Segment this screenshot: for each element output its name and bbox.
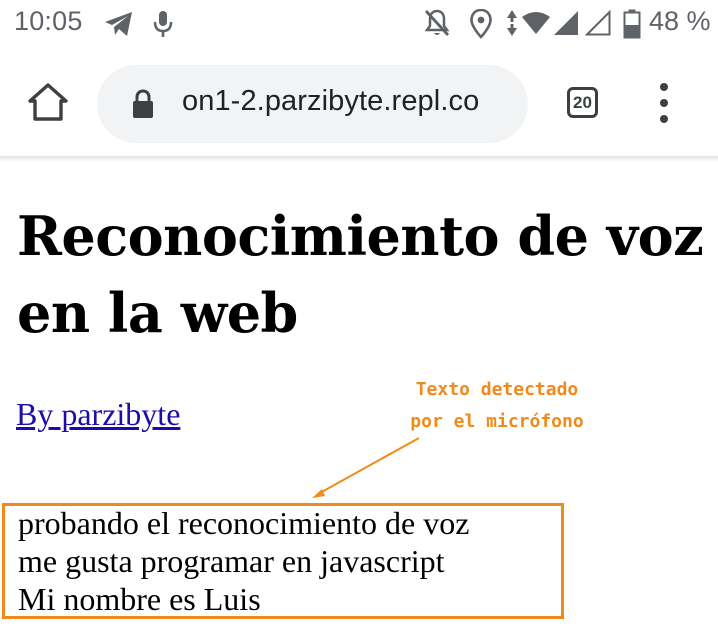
transcript-line: probando el reconocimiento de voz: [18, 505, 470, 541]
annotation-line: Texto detectado: [415, 379, 579, 400]
address-bar[interactable]: on1-2.parzibyte.repl.co: [97, 65, 528, 143]
transcript-line: Mi nombre es Luis: [18, 581, 261, 617]
status-bar: 10:05 48 %: [0, 0, 718, 50]
telegram-icon: [105, 12, 132, 36]
browser-toolbar: on1-2.parzibyte.repl.co 20: [0, 50, 718, 158]
status-time: 10:05: [14, 6, 83, 36]
lock-icon[interactable]: [131, 89, 155, 119]
transcript-line: me gusta programar en javascript: [18, 543, 445, 579]
url-text[interactable]: on1-2.parzibyte.repl.co: [182, 85, 479, 118]
microphone-icon: [153, 11, 173, 37]
annotation-arrow: [312, 437, 420, 498]
more-vert-icon[interactable]: [655, 83, 673, 123]
tabs-icon[interactable]: 20: [567, 87, 598, 118]
signal-icon: [554, 11, 578, 35]
data-arrows-icon: [507, 10, 517, 36]
notifications-off-icon: [424, 9, 450, 36]
location-icon: [470, 9, 492, 39]
battery-percent: 48 %: [649, 6, 711, 36]
tab-count: 20: [573, 93, 592, 112]
transcript-box: probando el reconocimiento de voz me gus…: [2, 503, 564, 619]
toolbar-shadow: [0, 156, 718, 162]
author-link[interactable]: By parzibyte: [16, 396, 180, 433]
wifi-icon: [522, 12, 550, 34]
home-icon[interactable]: [26, 80, 70, 124]
signal-empty-icon: [585, 10, 611, 36]
annotation-label: Texto detectado por el micrófono: [382, 374, 612, 438]
battery-icon: [623, 9, 641, 39]
page-title: Reconocimiento de voz en la web: [17, 204, 704, 345]
